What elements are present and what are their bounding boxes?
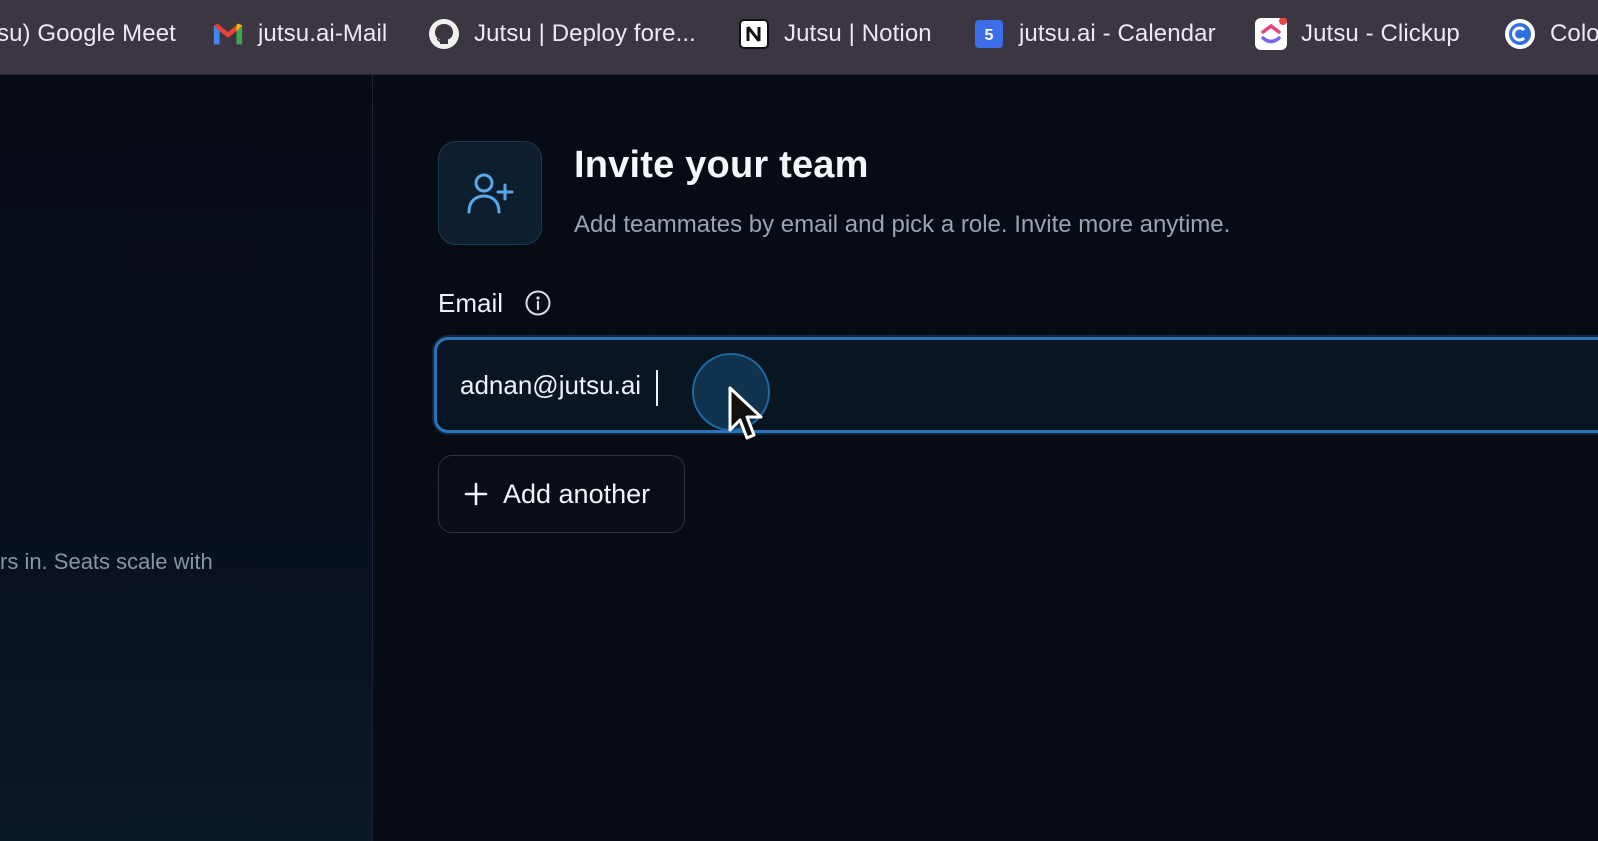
bookmark-label: Jutsu | Notion: [784, 19, 932, 47]
bookmark-google-meet[interactable]: su) Google Meet: [0, 0, 176, 67]
bookmark-label: jutsu.ai-Mail: [258, 19, 388, 47]
mouse-cursor-icon: [728, 386, 763, 440]
user-plus-icon: [467, 173, 514, 214]
add-another-button[interactable]: Add another: [438, 455, 685, 533]
bookmark-label: Colo: [1550, 19, 1598, 47]
page-title: Invite your team: [574, 144, 869, 186]
page-subtitle: Add teammates by email and pick a role. …: [574, 211, 1231, 238]
calendar-icon: 5: [973, 18, 1005, 50]
email-label: Email: [438, 288, 504, 318]
email-field-wrapper: [434, 337, 1598, 433]
sidebar-description: rs in. Seats scale with: [0, 549, 213, 574]
info-icon[interactable]: [524, 289, 552, 317]
add-another-label: Add another: [503, 478, 651, 509]
bookmark-label: jutsu.ai - Calendar: [1019, 19, 1216, 47]
bookmark-label: Jutsu | Deploy fore...: [474, 19, 696, 47]
github-icon: [428, 18, 460, 50]
bookmark-notion[interactable]: Jutsu | Notion: [738, 0, 932, 67]
gmail-icon: [212, 18, 244, 50]
invite-icon-box: [438, 141, 542, 245]
svg-text:5: 5: [985, 27, 994, 44]
bookmark-colo[interactable]: Colo: [1504, 0, 1598, 67]
bookmark-label: Jutsu - Clickup: [1301, 19, 1460, 47]
bookmark-mail[interactable]: jutsu.ai-Mail: [212, 0, 387, 67]
bookmarks-bar: su) Google Meet jutsu.ai-Mail Jutsu | De…: [0, 0, 1598, 75]
sidebar: rs in. Seats scale with: [0, 75, 373, 841]
text-caret: [656, 370, 658, 406]
bookmark-github[interactable]: Jutsu | Deploy fore...: [428, 0, 696, 67]
email-field[interactable]: [437, 340, 1598, 430]
clickup-icon: [1255, 17, 1287, 50]
app-window: su) Google Meet jutsu.ai-Mail Jutsu | De…: [0, 0, 1598, 841]
bookmark-clickup[interactable]: Jutsu - Clickup: [1255, 0, 1460, 67]
notion-icon: [738, 18, 770, 50]
bookmark-calendar[interactable]: 5 jutsu.ai - Calendar: [973, 0, 1216, 67]
c-circle-icon: [1504, 18, 1536, 50]
plus-icon: [464, 482, 488, 506]
bookmark-label: su) Google Meet: [0, 19, 176, 47]
